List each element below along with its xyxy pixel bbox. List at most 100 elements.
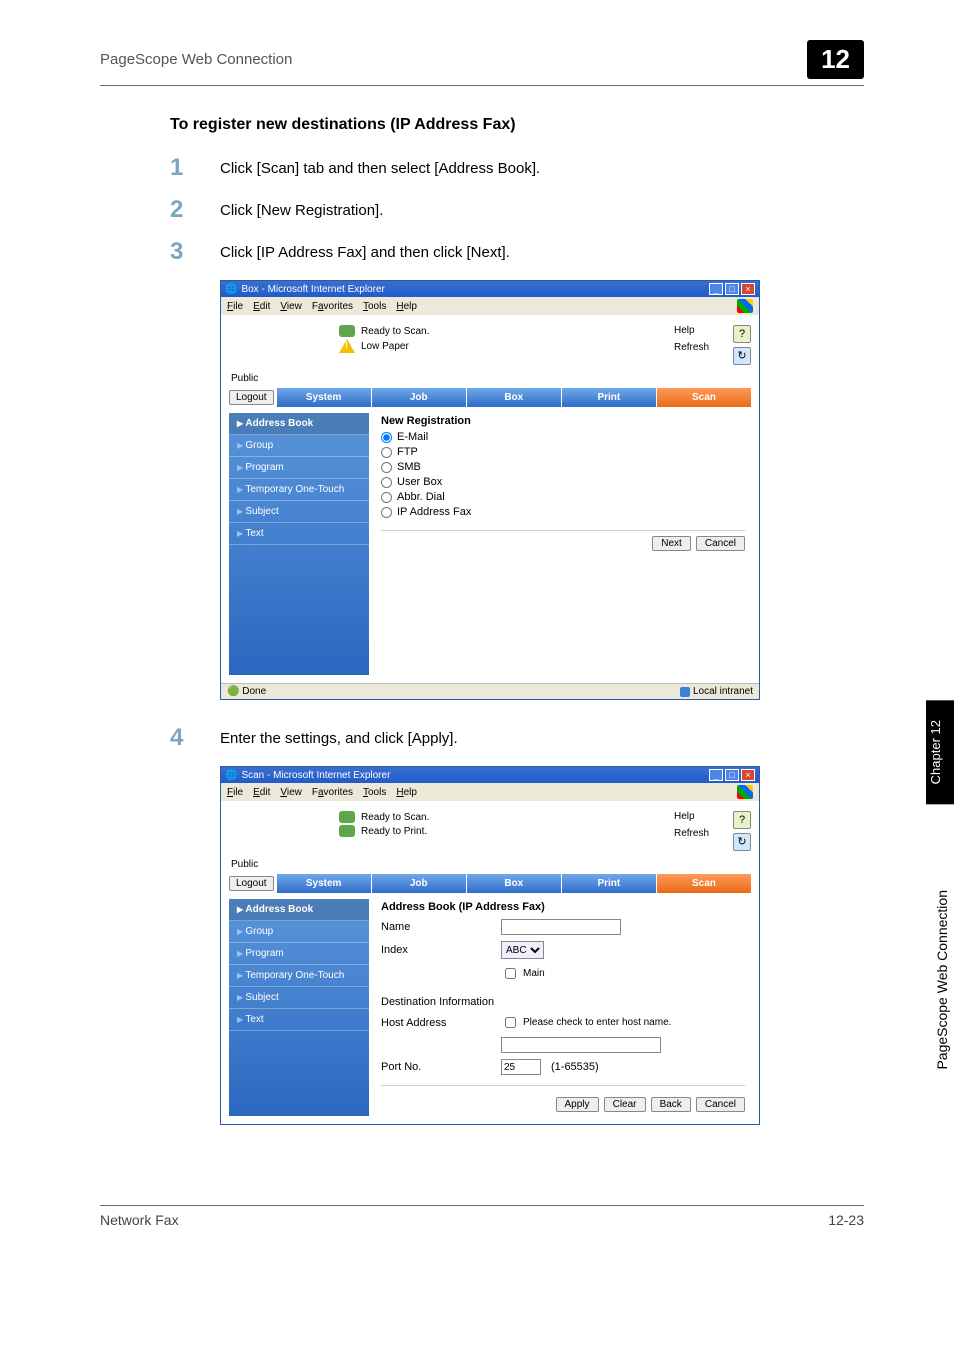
- radio-ipfax[interactable]: [381, 507, 392, 518]
- radio-userbox-label: User Box: [397, 476, 442, 488]
- tab-box[interactable]: Box: [466, 388, 561, 407]
- window-title: Box - Microsoft Internet Explorer: [241, 284, 384, 295]
- sidebar-temporary-one-touch[interactable]: Temporary One-Touch: [229, 965, 369, 987]
- new-registration-title: New Registration: [381, 415, 745, 427]
- ie-logo-icon: [737, 785, 753, 799]
- port-range: (1-65535): [551, 1061, 599, 1073]
- name-label: Name: [381, 921, 491, 933]
- tab-print[interactable]: Print: [561, 874, 656, 893]
- sidebar-program[interactable]: Program: [229, 943, 369, 965]
- close-button[interactable]: ×: [741, 283, 755, 295]
- sidebar-temporary-one-touch[interactable]: Temporary One-Touch: [229, 479, 369, 501]
- tab-box[interactable]: Box: [466, 874, 561, 893]
- menubar: File Edit View Favorites Tools Help: [221, 297, 759, 315]
- back-button[interactable]: Back: [651, 1097, 691, 1112]
- clear-button[interactable]: Clear: [604, 1097, 646, 1112]
- apply-button[interactable]: Apply: [556, 1097, 599, 1112]
- sidebar-address-book[interactable]: Address Book: [229, 413, 369, 435]
- tab-system[interactable]: System: [276, 388, 371, 407]
- menu-view[interactable]: View: [280, 301, 302, 312]
- menu-tools[interactable]: Tools: [363, 301, 386, 312]
- sidebar-text[interactable]: Text: [229, 1009, 369, 1031]
- screenshot-2: 🌐 Scan - Microsoft Internet Explorer _ □…: [220, 766, 760, 1125]
- help-button[interactable]: ?: [733, 325, 751, 343]
- host-address-input[interactable]: [501, 1037, 661, 1053]
- logout-button[interactable]: Logout: [229, 876, 274, 891]
- tab-print[interactable]: Print: [561, 388, 656, 407]
- hostname-checkbox-label: Please check to enter host name.: [523, 1017, 671, 1028]
- menu-edit[interactable]: Edit: [253, 787, 270, 798]
- index-select[interactable]: ABC: [501, 941, 544, 959]
- section-heading: To register new destinations (IP Address…: [170, 116, 864, 134]
- chapter-tab: Chapter 12: [926, 700, 954, 804]
- radio-abbr-label: Abbr. Dial: [397, 491, 445, 503]
- index-label: Index: [381, 944, 491, 956]
- footer-right: 12-23: [828, 1212, 864, 1228]
- logout-button[interactable]: Logout: [229, 390, 274, 405]
- name-input[interactable]: [501, 919, 621, 935]
- status-ready-scan: Ready to Scan.: [361, 326, 429, 337]
- sidebar-subject[interactable]: Subject: [229, 987, 369, 1009]
- main-checkbox[interactable]: [505, 968, 516, 979]
- window-title: Scan - Microsoft Internet Explorer: [241, 770, 390, 781]
- step-3-text: Click [IP Address Fax] and then click [N…: [220, 238, 510, 261]
- sidebar-group[interactable]: Group: [229, 921, 369, 943]
- refresh-label: Refresh: [674, 828, 709, 839]
- radio-abbr[interactable]: [381, 492, 392, 503]
- step-4-text: Enter the settings, and click [Apply].: [220, 724, 458, 747]
- help-button[interactable]: ?: [733, 811, 751, 829]
- refresh-button[interactable]: ↻: [733, 833, 751, 851]
- radio-smb[interactable]: [381, 462, 392, 473]
- maximize-button[interactable]: □: [725, 769, 739, 781]
- printer-ok-icon: [339, 825, 355, 837]
- sidebar-program[interactable]: Program: [229, 457, 369, 479]
- status-intranet: Local intranet: [680, 686, 753, 697]
- tab-job[interactable]: Job: [371, 874, 466, 893]
- radio-email[interactable]: [381, 432, 392, 443]
- minimize-button[interactable]: _: [709, 283, 723, 295]
- status-low-paper: Low Paper: [361, 341, 409, 352]
- status-done: 🟢 Done: [227, 686, 266, 697]
- menu-file[interactable]: File: [227, 787, 243, 798]
- step-1-number: 1: [170, 154, 220, 182]
- ie-logo-icon: [737, 299, 753, 313]
- page-header-title: PageScope Web Connection: [100, 51, 292, 68]
- menu-help[interactable]: Help: [396, 301, 417, 312]
- sidebar-group[interactable]: Group: [229, 435, 369, 457]
- refresh-button[interactable]: ↻: [733, 347, 751, 365]
- tab-system[interactable]: System: [276, 874, 371, 893]
- cancel-button[interactable]: Cancel: [696, 536, 745, 551]
- address-book-title: Address Book (IP Address Fax): [381, 901, 745, 913]
- menu-favorites[interactable]: Favorites: [312, 787, 353, 798]
- close-button[interactable]: ×: [741, 769, 755, 781]
- next-button[interactable]: Next: [652, 536, 691, 551]
- sidebar-text[interactable]: Text: [229, 523, 369, 545]
- warning-icon: [339, 339, 355, 353]
- tab-job[interactable]: Job: [371, 388, 466, 407]
- hostname-checkbox[interactable]: [505, 1017, 516, 1028]
- radio-ftp[interactable]: [381, 447, 392, 458]
- menu-favorites[interactable]: Favorites: [312, 301, 353, 312]
- cancel-button[interactable]: Cancel: [696, 1097, 745, 1112]
- sidebar-address-book[interactable]: Address Book: [229, 899, 369, 921]
- menu-edit[interactable]: Edit: [253, 301, 270, 312]
- status-ready-scan: Ready to Scan.: [361, 812, 429, 823]
- menu-tools[interactable]: Tools: [363, 787, 386, 798]
- sidebar-subject[interactable]: Subject: [229, 501, 369, 523]
- refresh-label: Refresh: [674, 342, 709, 353]
- menu-help[interactable]: Help: [396, 787, 417, 798]
- radio-userbox[interactable]: [381, 477, 392, 488]
- menu-view[interactable]: View: [280, 787, 302, 798]
- public-label: Public: [231, 373, 751, 384]
- maximize-button[interactable]: □: [725, 283, 739, 295]
- port-input[interactable]: [501, 1059, 541, 1075]
- scanner-ok-icon: [339, 811, 355, 823]
- tab-scan[interactable]: Scan: [656, 874, 751, 893]
- tab-scan[interactable]: Scan: [656, 388, 751, 407]
- step-4-number: 4: [170, 724, 220, 752]
- side-menu: Address Book Group Program Temporary One…: [229, 899, 369, 1116]
- step-2-text: Click [New Registration].: [220, 196, 383, 219]
- menu-file[interactable]: File: [227, 301, 243, 312]
- radio-smb-label: SMB: [397, 461, 421, 473]
- minimize-button[interactable]: _: [709, 769, 723, 781]
